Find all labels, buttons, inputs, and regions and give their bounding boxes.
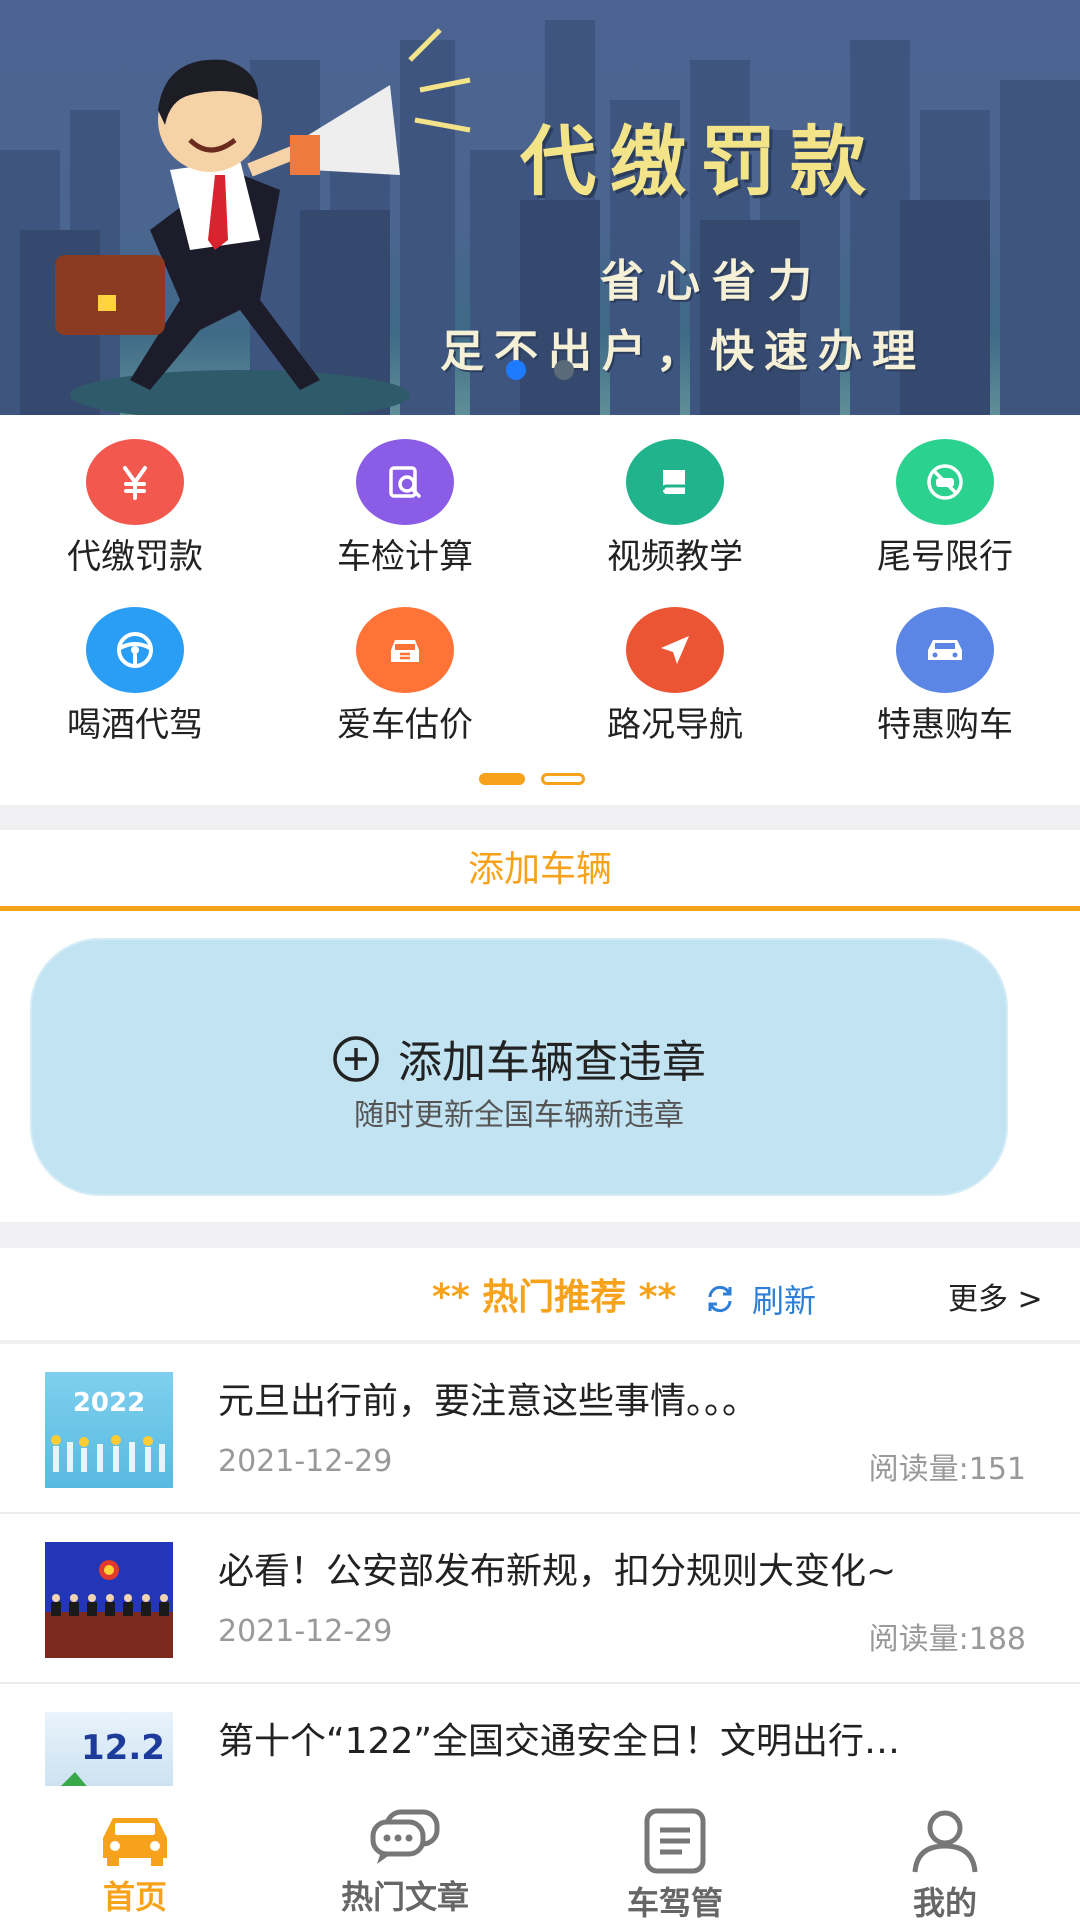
section-divider <box>0 1222 1080 1248</box>
grid-label: 车检计算 <box>337 537 473 577</box>
article-item[interactable]: 必看！公安部发布新规，扣分规则大变化~ 2021-12-29 阅读量:188 <box>0 1514 1080 1684</box>
article-item[interactable]: 2022 元旦出行前，要注意这些事情。。。 2021-12-29 阅读量:151 <box>0 1344 1080 1514</box>
tab-label: 车驾管 <box>626 1884 723 1920</box>
add-vehicle-card[interactable]: 添加车辆查违章 随时更新全国车辆新违章 <box>30 938 1008 1196</box>
article-title: 必看！公安部发布新规，扣分规则大变化~ <box>218 1551 897 1592</box>
document-icon <box>644 1808 706 1874</box>
tab-home[interactable]: 首页 <box>0 1786 270 1920</box>
banner-subtitle: 省心省力 <box>600 256 824 307</box>
article-thumbnail: 2022 <box>45 1372 173 1488</box>
carousel-dot[interactable] <box>554 360 574 380</box>
grid-item-plate-restriction[interactable]: 尾号限行 <box>810 427 1080 587</box>
tab-vehicle-management[interactable]: 车驾管 <box>540 1786 810 1920</box>
grid-item-car-purchase[interactable]: 特惠购车 <box>810 595 1080 755</box>
add-vehicle-tab[interactable]: 添加车辆 <box>0 840 1080 892</box>
grid-label: 尾号限行 <box>877 537 1013 577</box>
book-icon <box>626 439 724 525</box>
article-date: 2021-12-29 <box>218 1614 393 1649</box>
section-divider <box>0 805 1080 830</box>
hot-recommend-title: ** 热门推荐 ** <box>432 1277 677 1318</box>
grid-item-car-valuation[interactable]: 爱车估价 <box>270 595 540 755</box>
grid-label: 路况导航 <box>607 705 743 745</box>
grid-label: 爱车估价 <box>337 705 473 745</box>
car-value-icon <box>356 607 454 693</box>
carousel-dot-active[interactable] <box>506 360 526 380</box>
grid-page-indicator-active[interactable] <box>479 773 525 785</box>
article-date: 2021-12-29 <box>218 1444 393 1479</box>
tab-underline <box>0 906 1080 911</box>
refresh-label: 刷新 <box>752 1282 817 1320</box>
user-icon <box>912 1810 978 1873</box>
yen-icon <box>86 439 184 525</box>
article-thumbnail <box>45 1542 173 1658</box>
tab-label: 我的 <box>912 1884 977 1920</box>
grid-item-fine-payment[interactable]: 代缴罚款 <box>0 427 270 587</box>
no-car-icon <box>896 439 994 525</box>
grid-page-indicator[interactable] <box>541 773 585 785</box>
inspection-icon <box>356 439 454 525</box>
more-link[interactable]: 更多 > <box>948 1274 1043 1318</box>
tab-profile[interactable]: 我的 <box>810 1786 1080 1920</box>
grid-item-video-tutorial[interactable]: 视频教学 <box>540 427 810 587</box>
steering-wheel-icon <box>86 607 184 693</box>
function-grid: 代缴罚款 车检计算 视频教学 尾号限行 喝酒代驾 爱车估价 路况导航 特惠购车 <box>0 415 1080 805</box>
navigation-icon <box>626 607 724 693</box>
grid-label: 特惠购车 <box>877 705 1013 745</box>
chat-bubbles-icon <box>370 1809 440 1864</box>
promo-banner[interactable]: 代缴罚款 省心省力 足不出户，快速办理 <box>0 0 1080 415</box>
grid-item-designated-driver[interactable]: 喝酒代驾 <box>0 595 270 755</box>
tab-label: 首页 <box>102 1878 167 1916</box>
grid-item-inspection[interactable]: 车检计算 <box>270 427 540 587</box>
add-vehicle-row: 添加车辆查违章 <box>32 1026 1006 1090</box>
article-title: 第十个“122”全国交通安全日！文明出行… <box>218 1721 901 1762</box>
plus-circle-icon <box>333 1036 379 1082</box>
tab-hot-articles[interactable]: 热门文章 <box>270 1786 540 1920</box>
add-vehicle-label: 添加车辆查违章 <box>398 1037 706 1088</box>
banner-title: 代缴罚款 <box>520 117 880 206</box>
article-title: 元旦出行前，要注意这些事情。。。 <box>218 1381 759 1422</box>
refresh-button[interactable]: 刷新 <box>704 1276 816 1322</box>
article-read-count: 阅读量:188 <box>868 1622 1026 1657</box>
car-icon <box>896 607 994 693</box>
tab-label: 热门文章 <box>340 1878 469 1916</box>
add-vehicle-subtitle: 随时更新全国车辆新违章 <box>354 1098 684 1133</box>
bottom-tab-bar: 首页 热门文章 车驾管 我的 <box>0 1786 1080 1920</box>
home-car-icon <box>103 1818 167 1866</box>
refresh-icon <box>708 1285 732 1313</box>
article-read-count: 阅读量:151 <box>868 1452 1026 1487</box>
grid-label: 视频教学 <box>607 537 743 577</box>
grid-item-traffic-navigation[interactable]: 路况导航 <box>540 595 810 755</box>
grid-label: 代缴罚款 <box>67 537 203 577</box>
grid-label: 喝酒代驾 <box>67 705 203 745</box>
